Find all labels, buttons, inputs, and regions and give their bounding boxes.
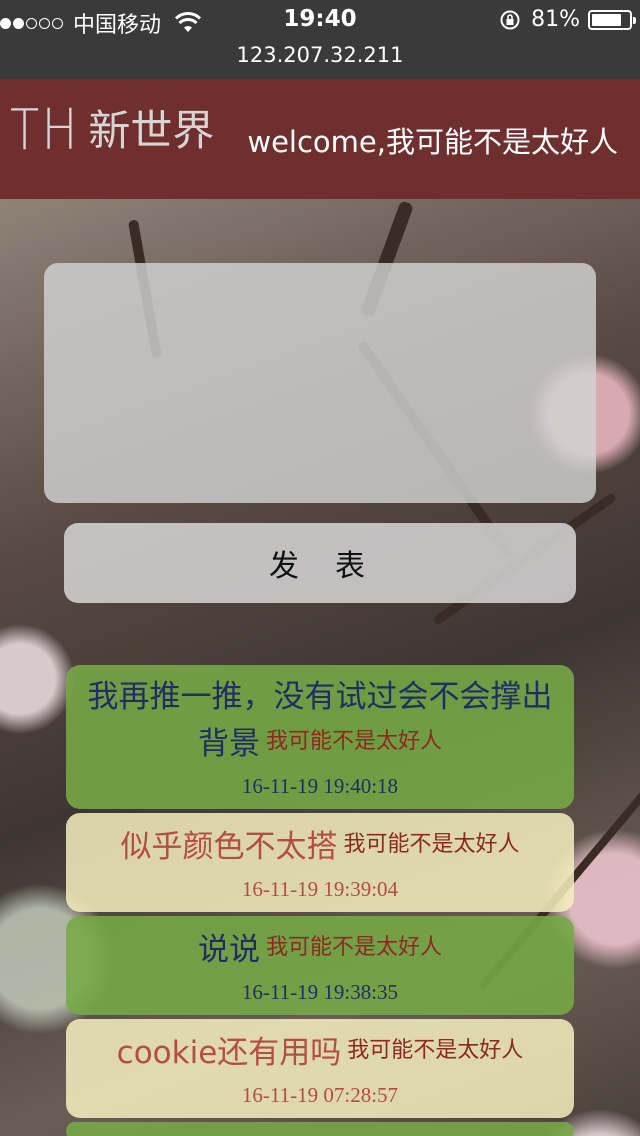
post-card[interactable]: cookie还有用吗 我可能不是太好人 16-11-19 07:28:57 — [66, 1019, 574, 1118]
post-time: 16-11-19 19:40:18 — [241, 774, 399, 798]
post-card[interactable]: 说说 我可能不是太好人 16-11-19 19:38:35 — [66, 916, 574, 1015]
rotation-lock-icon — [500, 10, 520, 29]
logo-letters: TH — [10, 98, 80, 163]
post-card[interactable]: 我再推一推，没有试过会不会撑出背景 我可能不是太好人 16-11-19 19:40… — [66, 665, 574, 809]
site-logo[interactable]: TH 新世界 — [10, 101, 214, 161]
battery-percentage: 81% — [531, 7, 580, 32]
post-author: 我可能不是太好人 — [343, 832, 520, 857]
logo-name: 新世界 — [88, 106, 215, 155]
battery-icon — [588, 9, 636, 30]
post-author: 我可能不是太好人 — [265, 935, 442, 960]
post-card[interactable]: 似乎颜色不太搭 我可能不是太好人 16-11-19 19:39:04 — [66, 813, 574, 912]
post-card[interactable] — [66, 1122, 574, 1136]
publish-button[interactable]: 发表 — [64, 523, 576, 603]
post-content: 似乎颜色不太搭 — [120, 829, 338, 865]
post-content: cookie还有用吗 — [116, 1035, 342, 1071]
site-header: TH 新世界 welcome,我可能不是太好人 — [0, 79, 640, 199]
post-time: 16-11-19 07:28:57 — [241, 1083, 399, 1107]
status-bar: 中国移动 19:40 81% — [0, 0, 640, 40]
post-input[interactable] — [44, 263, 596, 503]
post-time: 16-11-19 19:38:35 — [241, 980, 399, 1004]
post-author: 我可能不是太好人 — [265, 729, 442, 754]
post-content: 说说 — [197, 932, 260, 968]
post-time: 16-11-19 19:39:04 — [241, 877, 399, 901]
post-author: 我可能不是太好人 — [347, 1038, 524, 1063]
screen: 中国移动 19:40 81% 123.207.32.211 TH 新世界 wel… — [0, 0, 640, 1136]
post-list: 我再推一推，没有试过会不会撑出背景 我可能不是太好人 16-11-19 19:40… — [66, 665, 574, 1136]
welcome-message: welcome,我可能不是太好人 — [247, 125, 618, 159]
url-bar[interactable]: 123.207.32.211 — [0, 40, 640, 79]
